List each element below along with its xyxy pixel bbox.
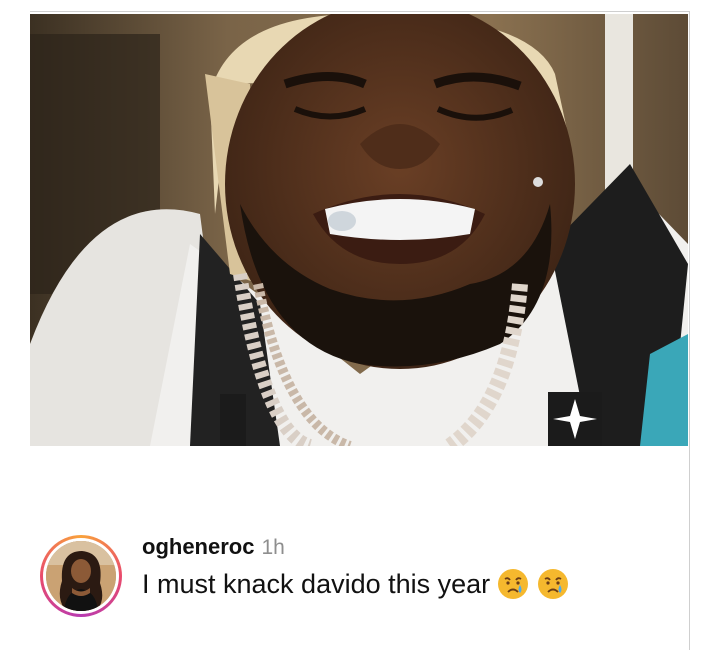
frame-border-right xyxy=(689,11,690,650)
crying-face-icon xyxy=(536,567,570,601)
comment: ogheneroc 1h I must knack davido this ye… xyxy=(40,532,680,622)
comment-body: ogheneroc 1h I must knack davido this ye… xyxy=(142,534,570,601)
crying-face-icon xyxy=(496,567,530,601)
comment-text-line: I must knack davido this year xyxy=(142,567,570,601)
comment-text: I must knack davido this year xyxy=(142,568,491,599)
profile-photo-icon xyxy=(46,541,116,611)
username[interactable]: ogheneroc xyxy=(142,534,254,560)
frame-border-top xyxy=(30,11,690,12)
story-ring[interactable] xyxy=(40,535,122,617)
post-photo[interactable] xyxy=(30,14,688,446)
photo-of-crying-man-icon xyxy=(30,14,688,446)
comment-meta: ogheneroc 1h xyxy=(142,534,570,560)
avatar[interactable] xyxy=(46,541,116,611)
timestamp: 1h xyxy=(261,536,285,559)
